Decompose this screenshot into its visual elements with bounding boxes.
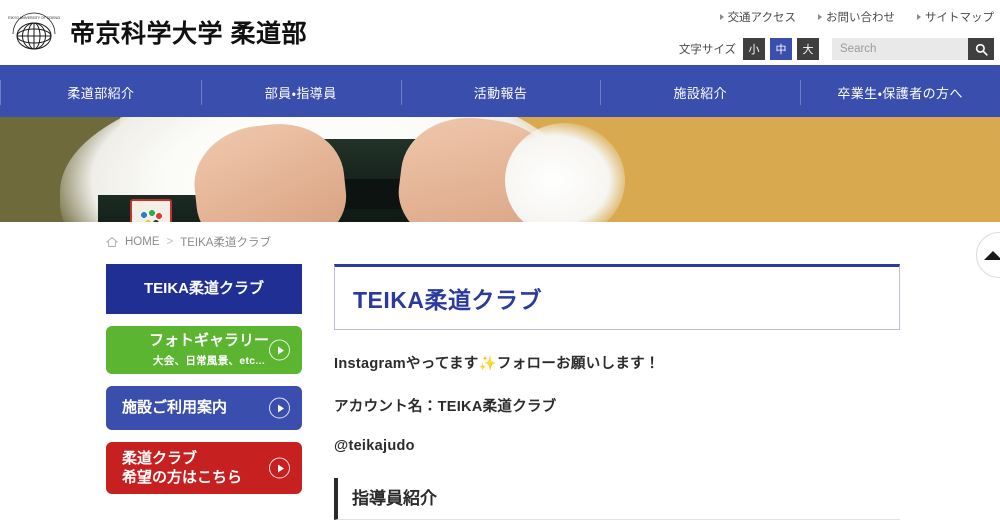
content-columns: TEIKA柔道クラブ フォトギャラリー 大会、日常風景、etc... 施設ご利用… (0, 250, 1000, 520)
instagram-intro-post: フォローお願いします！ (496, 356, 660, 372)
breadcrumb-current: TEIKA柔道クラブ (180, 237, 271, 249)
breadcrumb-home-link[interactable]: HOME (125, 236, 160, 248)
hero-shoulder (505, 123, 625, 222)
sidebar-button-teika-judo-club[interactable]: TEIKA柔道クラブ (106, 264, 302, 314)
fontsize-label: 文字サイズ (678, 44, 736, 56)
search-submit-button[interactable] (968, 38, 994, 60)
sparkle-icon: ✨ (478, 356, 497, 372)
sidebar-button-label: TEIKA柔道クラブ (143, 279, 264, 297)
triangle-right-icon (818, 14, 822, 20)
brand[interactable]: TEIKYO UNIVERSITY OF SCIENCE 帝京科学大学 柔道部 (8, 10, 307, 54)
svg-text:TEIKYO UNIVERSITY OF SCIENCE: TEIKYO UNIVERSITY OF SCIENCE (8, 16, 60, 20)
arrow-right-circle-icon (269, 397, 290, 419)
account-name-text: アカウント名：TEIKA柔道クラブ (334, 399, 557, 415)
content-area: HOME > TEIKA柔道クラブ TEIKA柔道クラブ フォトギャラリー 大会… (0, 222, 1000, 520)
instagram-intro-text: Instagramやってます✨フォローお願いします！ (334, 352, 900, 373)
section-heading-instructors: 指導員紹介 (334, 478, 900, 520)
triangle-right-icon (719, 14, 724, 20)
utility-link-label: サイトマップ (925, 12, 994, 24)
sidebar: TEIKA柔道クラブ フォトギャラリー 大会、日常風景、etc... 施設ご利用… (106, 264, 302, 520)
search-icon (975, 43, 988, 56)
utility-link-access[interactable]: 交通アクセス (719, 9, 796, 25)
instagram-intro-pre: Instagramやってます (334, 356, 479, 372)
fontsize-small-button[interactable]: 小 (743, 38, 765, 60)
site-header: TEIKYO UNIVERSITY OF SCIENCE 帝京科学大学 柔道部 … (0, 0, 1000, 68)
main-navigation: 柔道部紹介 部員・指導員 活動報告 施設紹介 卒業生・保護者の方へ (0, 68, 1000, 117)
page-title: TEIKA柔道クラブ (334, 264, 900, 330)
nav-item-members[interactable]: 部員・指導員 (200, 68, 401, 117)
site-title: 帝京科学大学 柔道部 (70, 20, 307, 48)
search-input[interactable] (832, 38, 968, 60)
utility-link-label: 交通アクセス (727, 12, 796, 24)
nav-item-alumni-guardians[interactable]: 卒業生・保護者の方へ (800, 68, 1000, 117)
utility-link-label: お問い合わせ (826, 12, 895, 24)
arrow-right-circle-icon (269, 339, 290, 361)
sidebar-button-join-club[interactable]: 柔道クラブ 希望の方はこちら (106, 442, 302, 494)
sidebar-button-label: 柔道クラブ 希望の方はこちら (122, 449, 243, 487)
search-box (832, 38, 994, 60)
university-logo-icon: TEIKYO UNIVERSITY OF SCIENCE (8, 12, 60, 50)
fontsize-medium-button[interactable]: 中 (770, 38, 792, 60)
home-icon (106, 237, 118, 247)
main-content: TEIKA柔道クラブ Instagramやってます✨フォローお願いします！ アカ… (334, 264, 1000, 520)
breadcrumb: HOME > TEIKA柔道クラブ (0, 222, 1000, 250)
sidebar-button-label: フォトギャラリー (148, 332, 269, 350)
sidebar-button-facility-guide[interactable]: 施設ご利用案内 (106, 386, 302, 430)
utility-link-sitemap[interactable]: サイトマップ (917, 9, 994, 25)
hero-belt-patch (130, 199, 172, 222)
header-tools: 文字サイズ 小 中 大 (679, 38, 994, 60)
breadcrumb-separator: > (166, 236, 174, 248)
sidebar-button-sublabel: 大会、日常風景、etc... (152, 354, 266, 367)
fontsize-large-button[interactable]: 大 (797, 38, 819, 60)
sidebar-button-photo-gallery[interactable]: フォトギャラリー 大会、日常風景、etc... (106, 326, 302, 374)
triangle-right-icon (917, 14, 921, 20)
utility-links: 交通アクセス お問い合わせ サイトマップ (719, 9, 994, 25)
utility-link-contact[interactable]: お問い合わせ (818, 9, 895, 25)
account-handle-text: @teikajudo (334, 438, 415, 454)
arrow-right-circle-icon (269, 457, 290, 479)
nav-item-activity-report[interactable]: 活動報告 (400, 68, 601, 117)
hero-banner (0, 117, 1000, 222)
sidebar-button-label: 施設ご利用案内 (122, 398, 228, 416)
nav-item-club-intro[interactable]: 柔道部紹介 (1, 68, 201, 117)
nav-item-facilities[interactable]: 施設紹介 (600, 68, 800, 117)
